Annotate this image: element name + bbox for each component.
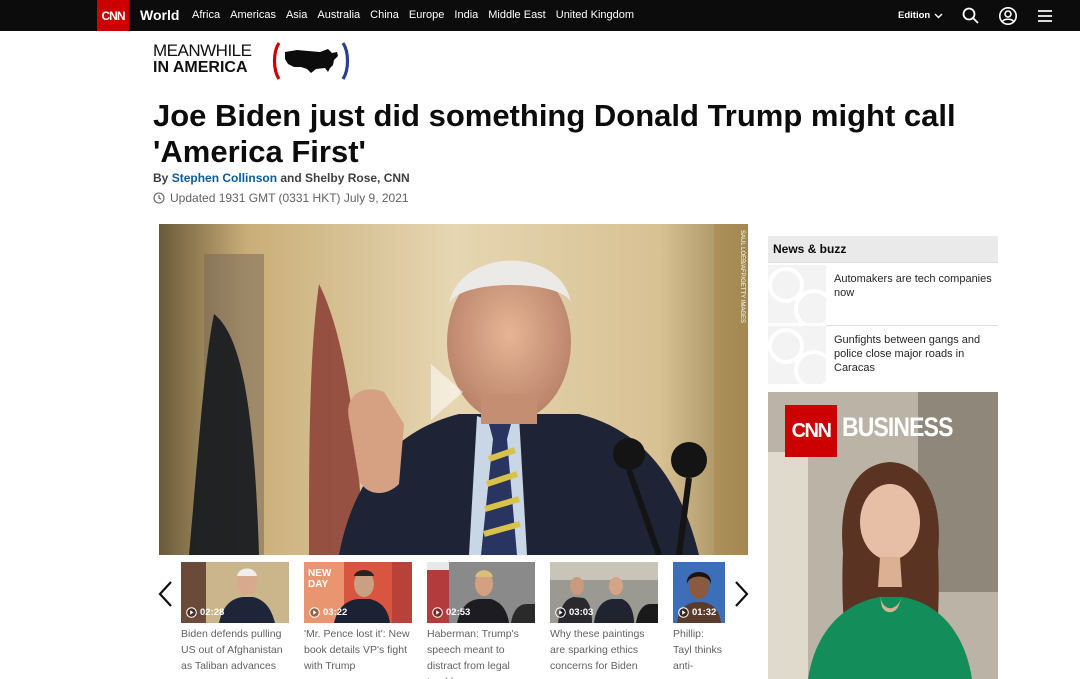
video-caption[interactable]: Haberman: Trump's speech meant to distra…: [427, 626, 539, 679]
brand-line-1: MEANWHILE: [153, 41, 252, 60]
video-duration: 01:32: [678, 607, 716, 618]
placeholder-image-icon: [768, 267, 826, 323]
section-title-world[interactable]: World: [140, 7, 179, 23]
byline: By Stephen Collinson and Shelby Rose, CN…: [153, 171, 410, 185]
brand-line-2: IN AMERICA: [153, 59, 248, 76]
cnn-logo[interactable]: CNN: [97, 0, 129, 31]
buzz-item-thumbnail: [768, 326, 826, 384]
play-circle-icon: [555, 607, 566, 618]
nav-link-africa[interactable]: Africa: [192, 9, 220, 21]
play-circle-icon: [186, 607, 197, 618]
clock-icon: [153, 192, 165, 204]
video-duration: 02:28: [186, 607, 224, 618]
carousel-prev-arrow-icon[interactable]: [157, 580, 175, 608]
svg-text:DAY: DAY: [308, 579, 329, 590]
video-duration: 02:53: [432, 607, 470, 618]
play-circle-icon: [432, 607, 443, 618]
play-icon[interactable]: [395, 354, 465, 424]
buzz-item[interactable]: Automakers are tech companies now: [768, 265, 998, 323]
buzz-item-text[interactable]: Automakers are tech companies now: [834, 272, 994, 300]
svg-text:NEW: NEW: [308, 568, 332, 579]
news-and-buzz-title: News & buzz: [773, 242, 847, 256]
video-duration: 03:03: [555, 607, 593, 618]
updated-timestamp: Updated 1931 GMT (0331 HKT) July 9, 2021: [153, 191, 409, 205]
edition-label: Edition: [898, 10, 931, 21]
nav-link-india[interactable]: India: [454, 9, 478, 21]
video-duration-text: 02:28: [200, 607, 225, 618]
video-thumbnail[interactable]: 02:53: [427, 562, 535, 623]
placeholder-image-icon: [768, 328, 826, 384]
svg-text:SAUL LOEB/AFP/GETTY IMAGES: SAUL LOEB/AFP/GETTY IMAGES: [739, 230, 745, 323]
video-duration-text: 03:22: [323, 607, 348, 618]
video-caption[interactable]: 'Mr. Pence lost it': New book details VP…: [304, 626, 416, 674]
cnn-business-ad[interactable]: CNN BUSINESS: [768, 392, 998, 679]
video-duration: 03:22: [309, 607, 347, 618]
video-thumbnail[interactable]: NEW DAY 03:22: [304, 562, 412, 623]
nav-link-asia[interactable]: Asia: [286, 9, 307, 21]
nav-link-china[interactable]: China: [370, 9, 399, 21]
nav-links: Africa Americas Asia Australia China Eur…: [192, 9, 644, 21]
video-duration-text: 02:53: [446, 607, 471, 618]
play-circle-icon: [309, 607, 320, 618]
video-caption[interactable]: Biden defends pulling US out of Afghanis…: [181, 626, 293, 674]
nav-link-middle-east[interactable]: Middle East: [488, 9, 545, 21]
nav-link-europe[interactable]: Europe: [409, 9, 444, 21]
video-thumbnail[interactable]: 01:32: [673, 562, 725, 623]
menu-icon[interactable]: [1035, 6, 1055, 26]
byline-prefix: By: [153, 171, 172, 185]
video-duration-text: 01:32: [692, 607, 717, 618]
carousel-next-arrow-icon[interactable]: [732, 580, 750, 608]
byline-rest: and Shelby Rose, CNN: [277, 171, 410, 185]
video-caption[interactable]: Why these paintings are sparking ethics …: [550, 626, 662, 674]
play-circle-icon: [678, 607, 689, 618]
buzz-item[interactable]: Gunfights between gangs and police close…: [768, 326, 998, 384]
video-thumbnail[interactable]: 02:28: [181, 562, 289, 623]
nav-link-australia[interactable]: Australia: [317, 9, 360, 21]
video-duration-text: 03:03: [569, 607, 594, 618]
us-map-icon: [272, 42, 350, 80]
updated-text: Updated 1931 GMT (0331 HKT) July 9, 2021: [170, 191, 409, 205]
nav-link-united-kingdom[interactable]: United Kingdom: [556, 9, 634, 21]
ad-cnn-logo: CNN: [785, 405, 837, 457]
meanwhile-in-america-brand[interactable]: MEANWHILE IN AMERICA: [153, 41, 350, 82]
search-icon[interactable]: [961, 6, 981, 26]
article-headline: Joe Biden just did something Donald Trum…: [153, 98, 956, 169]
edition-selector[interactable]: Edition: [898, 10, 943, 21]
video-caption[interactable]: Phillip: Tayl thinks anti- comments: [673, 626, 725, 674]
ad-business-label: BUSINESS: [842, 412, 953, 442]
buzz-item-thumbnail: [768, 265, 826, 323]
chevron-down-icon: [934, 13, 943, 18]
nav-link-americas[interactable]: Americas: [230, 9, 276, 21]
top-navigation-bar: CNN World Africa Americas Asia Australia…: [0, 0, 1080, 31]
news-and-buzz-header: News & buzz: [768, 236, 998, 263]
buzz-item-text[interactable]: Gunfights between gangs and police close…: [834, 333, 994, 375]
author-link[interactable]: Stephen Collinson: [172, 171, 277, 185]
user-icon[interactable]: [998, 6, 1018, 26]
video-thumbnail[interactable]: 03:03: [550, 562, 658, 623]
